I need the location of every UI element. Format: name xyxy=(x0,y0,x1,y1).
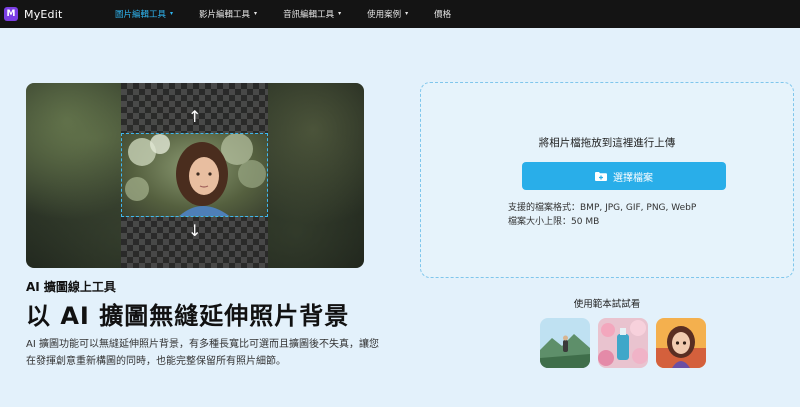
girl-portrait-photo xyxy=(121,133,268,217)
page-headline: 以 AI 擴圖無縫延伸照片背景 xyxy=(26,302,350,330)
nav-item-video-tools[interactable]: 影片編輯工具 ▾ xyxy=(199,8,258,21)
chevron-down-icon: ▾ xyxy=(254,9,258,17)
sample-thumbnails xyxy=(540,318,714,368)
chevron-down-icon: ▾ xyxy=(405,9,409,17)
brand-logo[interactable]: M MyEdit xyxy=(4,7,63,21)
nav-item-pricing[interactable]: 價格 xyxy=(434,8,451,20)
samples-label: 使用範本試試看 xyxy=(573,299,641,310)
folder-plus-icon xyxy=(595,171,607,181)
choose-file-label: 選擇檔案 xyxy=(613,172,653,184)
tool-eyebrow: AI 擴圖線上工具 xyxy=(26,280,116,294)
main-nav: 圖片編輯工具 ▾ 影片編輯工具 ▾ 音訊編輯工具 ▾ 使用案例 ▾ 價格 xyxy=(115,0,477,28)
choose-file-button[interactable]: 選擇檔案 xyxy=(522,162,726,190)
supported-formats: 支援的檔案格式：BMP, JPG, GIF, PNG, WebP xyxy=(508,203,697,213)
file-size-limit: 檔案大小上限：50 MB xyxy=(508,217,600,227)
upload-dropzone[interactable]: 將相片檔拖放到這裡進行上傳 選擇檔案 支援的檔案格式：BMP, JPG, GIF… xyxy=(420,82,794,278)
upload-title: 將相片檔拖放到這裡進行上傳 xyxy=(538,137,676,149)
brand-name: MyEdit xyxy=(24,7,63,21)
hero-expand-illustration: ↑ ↓ xyxy=(26,83,364,268)
nav-item-audio-tools[interactable]: 音訊編輯工具 ▾ xyxy=(283,8,342,21)
top-navigation-bar: M MyEdit 圖片編輯工具 ▾ 影片編輯工具 ▾ 音訊編輯工具 ▾ 使用案例 ▾ 價… xyxy=(0,0,800,28)
nav-item-image-tools[interactable]: 圖片編輯工具 ▾ xyxy=(115,8,174,21)
sample-thumbnail-bottle[interactable] xyxy=(598,318,648,368)
expand-down-arrow-icon: ↓ xyxy=(188,221,202,240)
chevron-down-icon: ▾ xyxy=(170,9,174,17)
myedit-logo-icon: M xyxy=(4,7,18,21)
tool-description: AI 擴圖功能可以無縫延伸照片背景，有多種長寬比可選而且擴圖後不失真，讓您在發揮… xyxy=(26,339,379,367)
chevron-down-icon: ▾ xyxy=(338,9,342,17)
nav-item-use-cases[interactable]: 使用案例 ▾ xyxy=(367,8,409,21)
sample-thumbnail-hiker[interactable] xyxy=(540,318,590,368)
sample-thumbnail-cartoon-girl[interactable] xyxy=(656,318,706,368)
portrait-illustration xyxy=(125,134,266,216)
upload-requirements: 支援的檔案格式：BMP, JPG, GIF, PNG, WebP 檔案大小上限：… xyxy=(508,201,696,229)
expand-up-arrow-icon: ↑ xyxy=(188,107,202,126)
